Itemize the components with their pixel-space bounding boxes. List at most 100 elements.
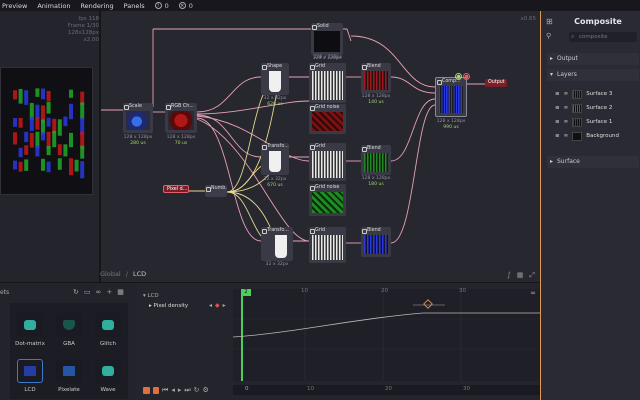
node-solid[interactable]: Solid: [311, 23, 343, 55]
ruler-bottom-30: 30: [463, 386, 470, 392]
pause-icon[interactable]: [153, 387, 159, 394]
preset-gba[interactable]: GBA: [53, 313, 85, 347]
output-node[interactable]: Output: [485, 79, 507, 87]
drag-handle-icon[interactable]: ≡: [555, 105, 560, 111]
link-icon[interactable]: ∞: [564, 133, 569, 139]
error-count: 0: [188, 1, 193, 10]
grid-view-icon[interactable]: ▦: [117, 288, 124, 296]
error-counter[interactable]: × 0: [178, 1, 193, 10]
preview-target-icon[interactable]: ●: [455, 73, 462, 80]
layer-row-surface-1[interactable]: ≡ ∞ Surface 1: [555, 116, 639, 128]
section-layers[interactable]: ▾ Layers: [547, 69, 639, 81]
node-scale[interactable]: Scale: [123, 103, 153, 133]
pin-icon[interactable]: ⚲: [546, 32, 551, 40]
inspector-search-input[interactable]: ⌕ composite: [569, 32, 637, 42]
section-surface[interactable]: ▸ Surface: [547, 156, 639, 168]
menu-animation[interactable]: Animation: [37, 2, 70, 10]
playhead[interactable]: [241, 289, 243, 381]
layer-row-surface-3[interactable]: ≡ ∞ Surface 3: [555, 88, 639, 100]
node-grid-noise-red[interactable]: Grid noise: [309, 104, 346, 134]
node-grid-top[interactable]: Grid: [309, 63, 346, 103]
prev-frame-icon[interactable]: ◂: [171, 387, 175, 394]
keyframe-icon[interactable]: ◆: [215, 302, 220, 309]
layer-thumb: [572, 103, 583, 113]
node-blend-red-preview: [364, 71, 388, 90]
first-frame-icon[interactable]: ⏮: [162, 387, 168, 394]
timeline-curve-area[interactable]: [232, 289, 540, 381]
grid-toggle-icon[interactable]: ▦: [517, 271, 524, 280]
menu-panels[interactable]: Panels: [124, 2, 145, 10]
node-graph[interactable]: fps 118 Frame 1/30 128x128px x2.00 x0.65: [68, 11, 540, 282]
node-grid-bottom[interactable]: Grid: [309, 227, 346, 263]
lcd-pixel: [13, 118, 17, 127]
link-icon[interactable]: ∞: [530, 289, 536, 297]
lcd-pixel: [46, 161, 51, 173]
link-icon[interactable]: ∞: [564, 91, 569, 97]
timeline-group[interactable]: ▾ LCD: [143, 293, 159, 299]
fullscreen-icon[interactable]: ⤢: [529, 271, 535, 280]
folder-icon[interactable]: ▭: [84, 288, 91, 296]
timeline-property[interactable]: ▸ Pixel density: [149, 303, 188, 309]
node-shape[interactable]: Shape: [261, 63, 289, 95]
chevron-down-icon: ▾: [550, 71, 554, 78]
warning-counter[interactable]: ! 0: [154, 2, 169, 10]
drag-handle-icon[interactable]: ≡: [555, 119, 560, 125]
chevron-right-icon: ▸: [550, 158, 554, 165]
menu-rendering[interactable]: Rendering: [80, 2, 113, 10]
breadcrumb-root[interactable]: Global: [100, 270, 121, 278]
layer-row-surface-2[interactable]: ≡ ∞ Surface 2: [555, 102, 639, 114]
menu-preview[interactable]: Preview: [2, 2, 27, 10]
add-icon[interactable]: +: [106, 288, 112, 296]
breadcrumb-current[interactable]: LCD: [133, 270, 146, 278]
link-icon[interactable]: ∞: [564, 119, 569, 125]
drag-handle-icon[interactable]: ≡: [555, 133, 560, 139]
lcd-pixel: [35, 88, 40, 97]
node-blend-green[interactable]: Blend: [361, 145, 391, 175]
preset-dot-matrix[interactable]: Dot-matrix: [14, 313, 46, 347]
link-icon[interactable]: ∞: [96, 288, 102, 296]
pixel-density-input[interactable]: Pixel d...: [163, 185, 189, 193]
preset-pixelate[interactable]: Pixelate: [53, 359, 85, 393]
stop-icon[interactable]: [143, 387, 150, 394]
inspect-target-icon[interactable]: ●: [463, 73, 470, 80]
node-blend-blue-preview: [364, 235, 388, 254]
node-number[interactable]: Numb...: [205, 185, 227, 197]
refresh-icon[interactable]: ↻: [73, 288, 79, 296]
loop-icon[interactable]: ↻: [194, 387, 200, 394]
link-icon[interactable]: ∞: [564, 105, 569, 111]
lcd-pixel: [69, 89, 73, 98]
node-composite[interactable]: Comp...: [435, 77, 467, 117]
keyframe-diamond[interactable]: [423, 299, 433, 309]
node-blend-green-preview: [364, 153, 388, 172]
node-transform-a[interactable]: Transfo...: [261, 143, 289, 175]
preset-glitch[interactable]: Glitch: [92, 313, 124, 347]
prev-key-icon[interactable]: ◂: [209, 302, 212, 309]
layer-thumb: [572, 117, 583, 127]
layer-thumb: [572, 89, 583, 99]
preview-canvas[interactable]: [0, 67, 93, 195]
preset-wave[interactable]: Wave: [92, 359, 124, 393]
settings-icon[interactable]: ⚙: [203, 387, 209, 394]
lcd-pixel: [41, 158, 45, 171]
node-rgb-channel[interactable]: RGB Ch...: [165, 103, 197, 133]
drag-handle-icon[interactable]: ≡: [555, 91, 560, 97]
preset-lcd[interactable]: LCD: [14, 359, 46, 393]
next-key-icon[interactable]: ▸: [223, 302, 226, 309]
layer-row-background[interactable]: ≡ ∞ Background: [555, 130, 639, 142]
frame-marker[interactable]: 2: [241, 289, 251, 296]
shield-icon: [56, 313, 82, 337]
presets-panel: ets ↻ ▭ ∞ + ▦ Dot-matrix GBA Glitch LCD …: [0, 282, 137, 400]
curve-icon[interactable]: ∫: [507, 271, 511, 280]
node-grid-noise-green[interactable]: Grid noise: [309, 184, 346, 216]
node-transform-b[interactable]: Transfo...: [261, 227, 293, 261]
last-frame-icon[interactable]: ⏭: [184, 387, 190, 394]
node-grid-mid[interactable]: Grid: [309, 143, 346, 181]
section-output[interactable]: ▸ Output: [547, 53, 639, 65]
node-blend-red[interactable]: Blend: [361, 63, 391, 93]
node-solid-preview: [314, 31, 340, 52]
node-shape-preview: [269, 71, 281, 92]
node-blend-blue[interactable]: Blend: [361, 227, 391, 257]
next-frame-icon[interactable]: ▸: [178, 387, 182, 394]
ruler-bottom-0: 0: [245, 386, 249, 392]
warning-icon: !: [154, 2, 162, 9]
